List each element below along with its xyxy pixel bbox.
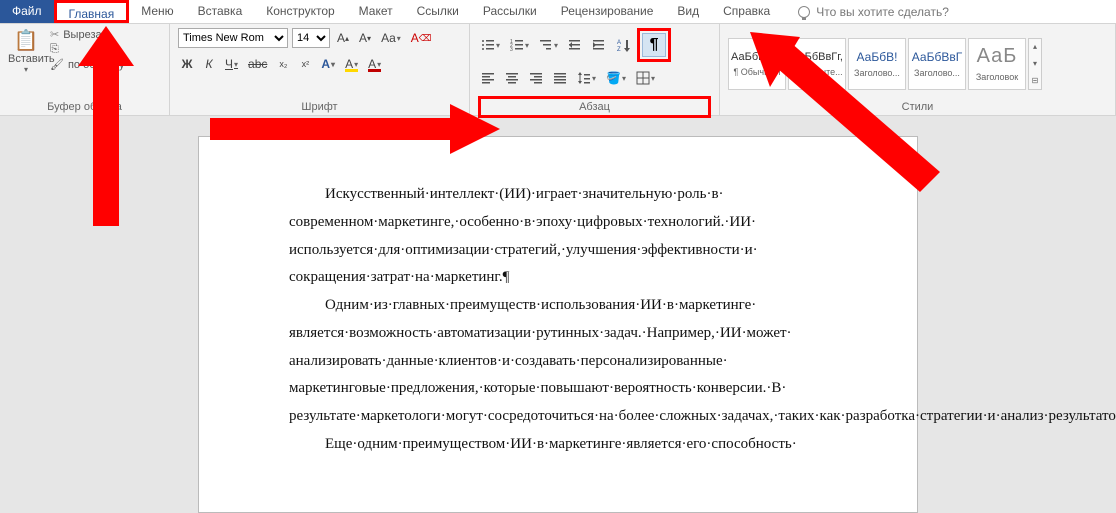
svg-text:3: 3 xyxy=(510,47,513,52)
document-area: Искусственный·интеллект·(ИИ)·играет·знач… xyxy=(0,116,1116,513)
tab-references[interactable]: Ссылки xyxy=(405,0,471,23)
clipboard-group-label: Буфер обмена xyxy=(8,99,161,115)
shading-button[interactable]: 🪣▾ xyxy=(603,68,629,88)
tab-help[interactable]: Справка xyxy=(711,0,782,23)
superscript-button[interactable]: x² xyxy=(296,54,314,74)
chevron-down-icon[interactable]: ▾ xyxy=(1029,56,1041,72)
text-effects-button[interactable]: A▾ xyxy=(318,54,338,74)
style-gallery[interactable]: АаБбВвГг,¶ Обычный АаБбВвГг,¶ Без инте..… xyxy=(728,38,1042,90)
doc-paragraph-3[interactable]: Еще·одним·преимуществом·ИИ·в·маркетинге·… xyxy=(289,431,857,459)
group-paragraph: ▾ 123▾ ▾ AZ ¶ ▾ 🪣▾ ▾ Абзац xyxy=(470,24,720,115)
clipboard-icon: 📋 xyxy=(8,28,44,53)
styles-group-label: Стили xyxy=(728,99,1107,115)
tab-design[interactable]: Конструктор xyxy=(254,0,346,23)
grow-font-button[interactable]: A▴ xyxy=(334,28,352,48)
tab-menu[interactable]: Меню xyxy=(129,0,185,23)
style-heading1[interactable]: АаБбВ!Заголово... xyxy=(848,38,906,90)
font-size-select[interactable]: 14 xyxy=(292,28,330,48)
chevron-more-icon[interactable]: ⊟ xyxy=(1029,73,1041,89)
document-page[interactable]: Искусственный·интеллект·(ИИ)·играет·знач… xyxy=(198,136,918,513)
pilcrow-highlight: ¶ xyxy=(637,28,671,62)
sort-button[interactable]: AZ xyxy=(613,35,633,55)
show-hide-button[interactable]: ¶ xyxy=(642,33,666,57)
group-styles: АаБбВвГг,¶ Обычный АаБбВвГг,¶ Без инте..… xyxy=(720,24,1116,115)
tab-review[interactable]: Рецензирование xyxy=(549,0,666,23)
style-title[interactable]: АаБЗаголовок xyxy=(968,38,1026,90)
style-scroll[interactable]: ▴ ▾ ⊟ xyxy=(1028,38,1042,90)
paste-button[interactable]: 📋 Вставить ▾ xyxy=(8,28,44,74)
increase-indent-button[interactable] xyxy=(589,35,609,55)
doc-paragraph-1[interactable]: Искусственный·интеллект·(ИИ)·играет·знач… xyxy=(289,181,857,292)
chevron-up-icon[interactable]: ▴ xyxy=(1029,39,1041,55)
cut-label: Вырезать xyxy=(63,29,112,41)
format-painter-label: по образцу xyxy=(68,59,125,71)
paragraph-group-label: Абзац xyxy=(478,96,711,118)
highlight-button[interactable]: A▾ xyxy=(342,54,361,74)
paragraph-group-label-wrap: Абзац xyxy=(478,99,711,115)
tab-insert[interactable]: Вставка xyxy=(186,0,255,23)
scissors-icon: ✂ xyxy=(50,28,59,41)
svg-text:Z: Z xyxy=(617,47,621,52)
underline-button[interactable]: Ч▾ xyxy=(222,54,241,74)
align-right-button[interactable] xyxy=(526,68,546,88)
tab-file[interactable]: Файл xyxy=(0,0,54,23)
borders-button[interactable]: ▾ xyxy=(633,68,658,88)
shrink-font-button[interactable]: A▾ xyxy=(356,28,374,48)
subscript-button[interactable]: x₂ xyxy=(274,54,292,74)
tab-layout[interactable]: Макет xyxy=(347,0,405,23)
tell-me-search[interactable]: Что вы хотите сделать? xyxy=(790,0,957,23)
justify-button[interactable] xyxy=(550,68,570,88)
style-nospacing[interactable]: АаБбВвГг,¶ Без инте... xyxy=(788,38,846,90)
multilevel-button[interactable]: ▾ xyxy=(536,35,561,55)
copy-button[interactable]: ⎘ xyxy=(50,43,124,56)
align-left-button[interactable] xyxy=(478,68,498,88)
ribbon: 📋 Вставить ▾ ✂ Вырезать ⎘ 🖌 по образцу Буф… xyxy=(0,24,1116,116)
tab-mailings[interactable]: Рассылки xyxy=(471,0,549,23)
ribbon-tabs: Файл Главная Меню Вставка Конструктор Ма… xyxy=(0,0,1116,24)
bullets-button[interactable]: ▾ xyxy=(478,35,503,55)
bucket-icon: 🪣 xyxy=(606,71,621,85)
line-spacing-button[interactable]: ▾ xyxy=(574,68,599,88)
group-clipboard: 📋 Вставить ▾ ✂ Вырезать ⎘ 🖌 по образцу Буф… xyxy=(0,24,170,115)
tell-me-placeholder: Что вы хотите сделать? xyxy=(816,5,949,19)
tab-home[interactable]: Главная xyxy=(54,0,130,23)
numbering-button[interactable]: 123▾ xyxy=(507,35,532,55)
font-color-button[interactable]: A▾ xyxy=(365,54,384,74)
group-font: Times New Rom 14 A▴ A▾ Aa▾ A⌫ Ж К Ч▾ abc… xyxy=(170,24,470,115)
svg-text:A: A xyxy=(617,40,621,46)
cut-button[interactable]: ✂ Вырезать xyxy=(50,28,124,41)
lightbulb-icon xyxy=(798,6,810,18)
align-center-button[interactable] xyxy=(502,68,522,88)
brush-icon: 🖌 xyxy=(50,58,64,71)
bold-button[interactable]: Ж xyxy=(178,54,196,74)
clear-format-button[interactable]: A⌫ xyxy=(408,28,435,48)
copy-icon: ⎘ xyxy=(50,43,59,56)
style-heading2[interactable]: АаБбВвГЗаголово... xyxy=(908,38,966,90)
paste-label: Вставить xyxy=(8,53,44,65)
italic-button[interactable]: К xyxy=(200,54,218,74)
format-painter-button[interactable]: 🖌 по образцу xyxy=(50,58,124,71)
tab-view[interactable]: Вид xyxy=(665,0,711,23)
font-name-select[interactable]: Times New Rom xyxy=(178,28,288,48)
doc-paragraph-2[interactable]: Одним·из·главных·преимуществ·использован… xyxy=(289,292,857,431)
strike-button[interactable]: abc xyxy=(245,54,270,74)
decrease-indent-button[interactable] xyxy=(565,35,585,55)
style-normal[interactable]: АаБбВвГг,¶ Обычный xyxy=(728,38,786,90)
change-case-button[interactable]: Aa▾ xyxy=(378,28,404,48)
font-group-label: Шрифт xyxy=(178,99,461,115)
